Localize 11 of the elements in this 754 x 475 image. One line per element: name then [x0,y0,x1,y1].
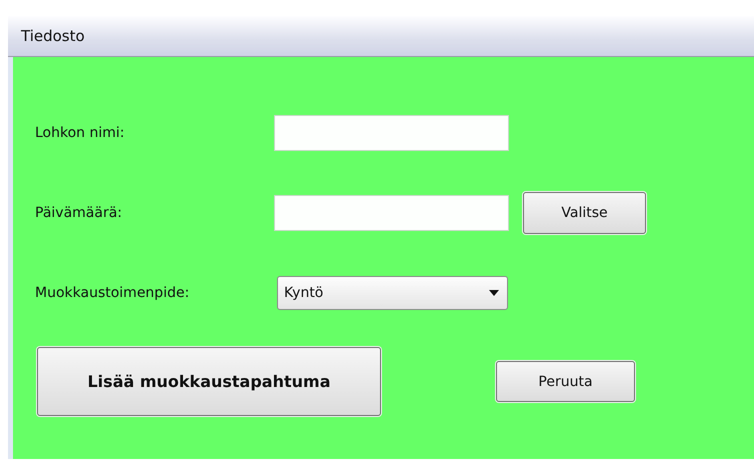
field-label: Muokkaustoimenpide: [35,285,190,301]
dropdown[interactable]: Kyntö [277,276,508,310]
caret-icon [489,290,499,296]
input-field[interactable] [274,115,509,151]
input-field[interactable] [274,195,509,231]
field-label: Lohkon nimi: [35,125,126,141]
field-label: Päivämäärä: [35,205,123,221]
cancel-button[interactable]: Peruuta [496,361,635,402]
add-button[interactable]: Lisää muokkaustapahtuma [37,347,381,416]
choose-button[interactable]: Valitse [523,192,646,234]
menu-item[interactable]: Tiedosto [18,25,88,47]
